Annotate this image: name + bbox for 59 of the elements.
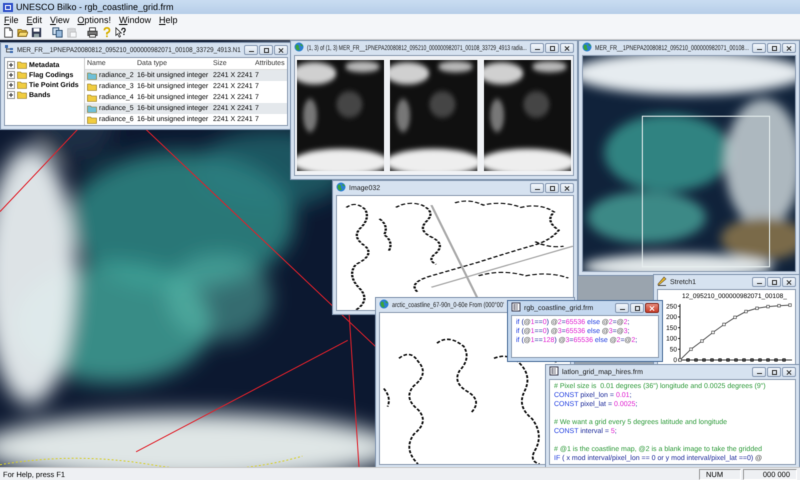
minimize-button[interactable] — [615, 303, 629, 313]
print-icon[interactable] — [87, 27, 98, 38]
data-point — [711, 330, 715, 334]
minimize-button[interactable] — [752, 43, 766, 53]
new-file-icon[interactable] — [3, 27, 14, 38]
menu-item[interactable]: Window — [118, 15, 151, 25]
app-title: UNESCO Bilko - rgb_coastline_grid.frm — [16, 2, 174, 12]
app-icon — [3, 2, 13, 12]
globe-icon — [582, 42, 592, 52]
minimize-button[interactable] — [530, 183, 544, 193]
maximize-button[interactable] — [259, 45, 273, 55]
expand-icon[interactable] — [7, 61, 15, 69]
minimize-button[interactable] — [530, 43, 544, 53]
data-point — [722, 322, 726, 326]
save-icon[interactable] — [31, 27, 42, 38]
maximize-button[interactable] — [545, 43, 559, 53]
minimize-button[interactable] — [752, 277, 766, 287]
data-point — [744, 310, 748, 314]
y-axis — [678, 304, 680, 360]
globe-icon — [379, 299, 389, 309]
data-point — [766, 304, 770, 308]
menu-item[interactable]: Help — [158, 15, 178, 25]
open-folder-icon[interactable] — [17, 27, 28, 38]
tree-icon — [4, 44, 14, 54]
expand-icon[interactable] — [7, 91, 15, 99]
close-button[interactable] — [560, 43, 574, 53]
minimize-button[interactable] — [752, 367, 766, 377]
expand-icon[interactable] — [7, 81, 15, 89]
menu-item[interactable]: Options! — [77, 15, 111, 25]
close-button[interactable] — [782, 277, 796, 287]
document-icon — [511, 302, 521, 312]
maximize-button[interactable] — [767, 277, 781, 287]
menu-item[interactable]: Edit — [26, 15, 42, 25]
document-icon — [549, 366, 559, 376]
copy-icon[interactable] — [52, 27, 63, 38]
menu-item[interactable]: File — [4, 15, 19, 25]
data-point — [689, 348, 693, 351]
data-point — [755, 306, 759, 310]
close-button[interactable] — [782, 43, 796, 53]
data-point — [788, 303, 792, 307]
maximize-button[interactable] — [545, 183, 559, 193]
menu-item[interactable]: View — [50, 15, 70, 25]
context-help-icon[interactable] — [115, 27, 126, 38]
data-point — [678, 358, 682, 362]
data-point — [733, 316, 737, 319]
globe-icon — [294, 42, 304, 52]
data-point — [777, 304, 781, 308]
globe-icon — [336, 182, 346, 192]
maximize-button[interactable] — [630, 303, 644, 313]
pencil-icon — [657, 276, 667, 286]
maximize-button[interactable] — [767, 367, 781, 377]
close-button[interactable] — [645, 303, 659, 313]
close-button[interactable] — [274, 45, 288, 55]
minimize-button[interactable] — [244, 45, 258, 55]
close-button[interactable] — [560, 183, 574, 193]
data-point — [700, 339, 704, 343]
close-button[interactable] — [782, 367, 796, 377]
expand-icon[interactable] — [7, 71, 15, 79]
maximize-button[interactable] — [767, 43, 781, 53]
